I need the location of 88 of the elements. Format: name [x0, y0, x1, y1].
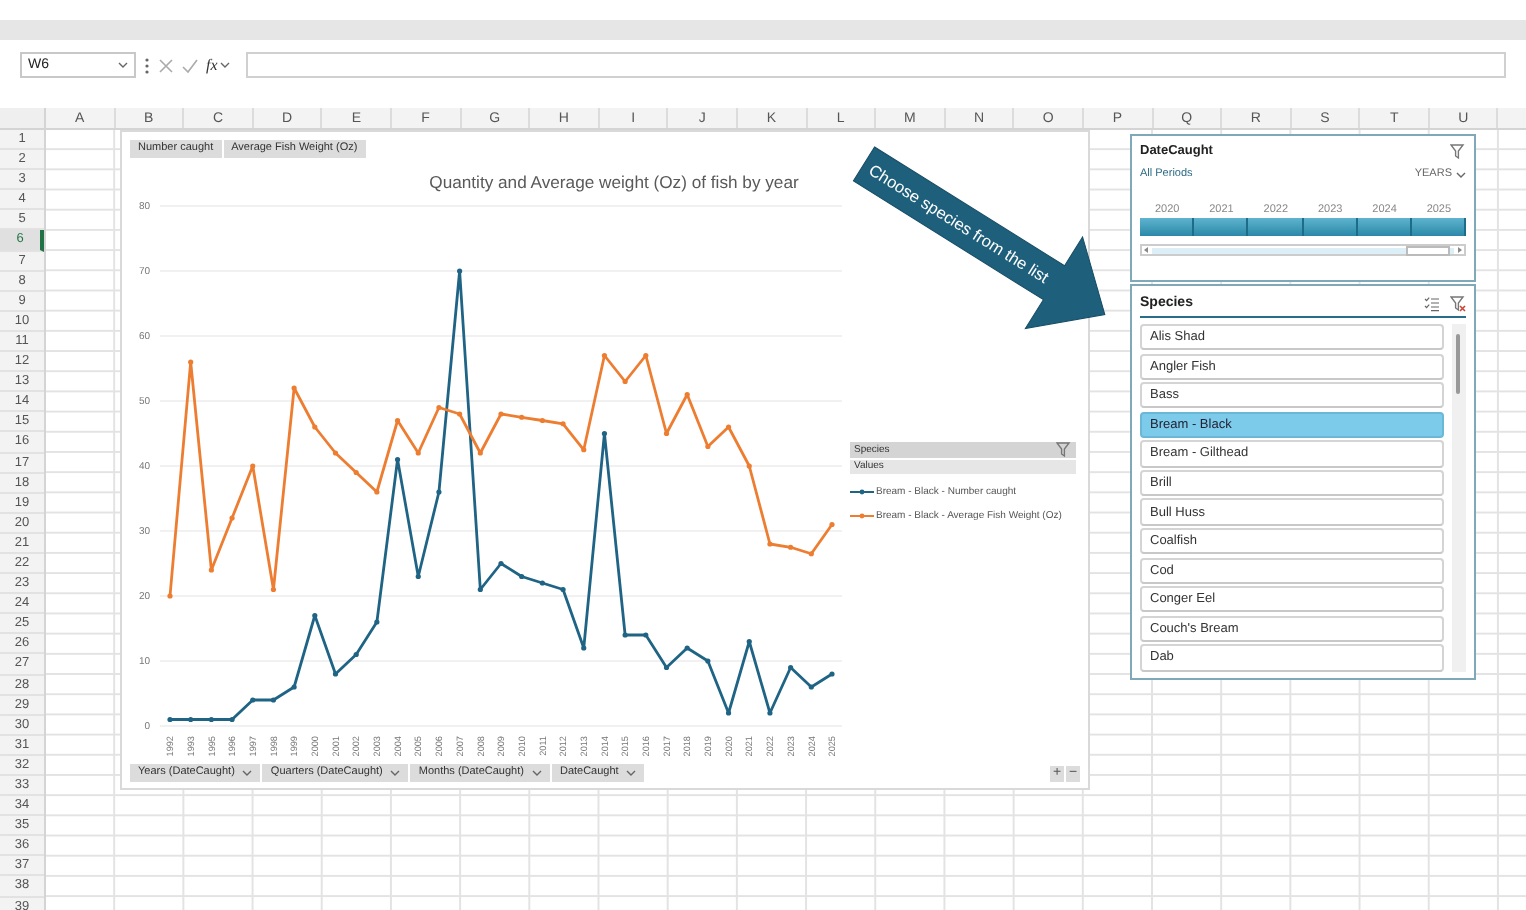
data-point: [415, 573, 421, 580]
scrollbar[interactable]: [1140, 244, 1466, 256]
scrollbar-thumb[interactable]: [1406, 245, 1450, 255]
left-arrow-icon[interactable]: [1142, 246, 1150, 254]
data-point: [767, 710, 773, 716]
legend-line-icon: [850, 488, 874, 496]
data-point: [270, 586, 277, 593]
data-point: [250, 463, 256, 469]
data-point: [601, 352, 608, 359]
data-point: [229, 515, 235, 521]
data-point: [560, 421, 566, 427]
data-point: [291, 684, 297, 690]
data-point: [250, 697, 256, 703]
data-point: [601, 430, 608, 437]
data-point: [498, 560, 504, 567]
data-point: [663, 664, 670, 671]
data-point: [332, 671, 339, 677]
data-point: [394, 417, 401, 424]
data-point: [581, 645, 587, 651]
right-arrow-icon[interactable]: [1456, 246, 1464, 254]
data-point: [353, 651, 359, 658]
caret-icon: [1456, 171, 1466, 177]
data-point: [291, 385, 297, 391]
data-point: [746, 463, 752, 469]
data-point: [208, 567, 214, 573]
data-point: [684, 391, 690, 398]
data-point: [394, 456, 401, 463]
data-point: [581, 447, 587, 453]
data-point: [229, 716, 235, 723]
insert-function-button[interactable]: fx: [206, 56, 230, 74]
data-point: [539, 580, 545, 586]
scrollbar[interactable]: [1452, 324, 1466, 672]
caret-icon: [242, 769, 253, 775]
cancel-icon[interactable]: [158, 57, 174, 73]
data-point: [767, 541, 773, 547]
filter-icon[interactable]: [1056, 442, 1072, 458]
data-point: [684, 645, 690, 651]
data-point: [705, 658, 711, 664]
data-point: [705, 443, 711, 450]
data-point: [374, 619, 380, 625]
data-point: [312, 612, 318, 619]
data-point: [477, 586, 483, 593]
data-point: [519, 414, 525, 420]
data-point: [374, 489, 380, 495]
data-point: [270, 697, 277, 703]
data-point: [788, 664, 794, 671]
data-point: [436, 489, 442, 495]
data-point: [167, 716, 173, 723]
data-point: [415, 450, 421, 456]
data-point: [808, 551, 814, 557]
data-point: [725, 424, 732, 430]
check-icon[interactable]: [182, 57, 198, 73]
caret-icon: [219, 62, 230, 68]
data-point: [353, 469, 359, 476]
caret-icon: [531, 769, 542, 775]
data-point: [746, 638, 752, 645]
timeline-bar[interactable]: [1140, 218, 1466, 236]
data-point: [643, 352, 649, 359]
data-point: [167, 593, 173, 599]
data-point: [643, 632, 649, 638]
data-point: [560, 586, 566, 593]
data-point: [312, 424, 318, 430]
caret-icon: [626, 769, 637, 775]
chart-title: Quantity and Average weight (Oz) of fish by year: [429, 172, 799, 192]
data-point: [808, 684, 814, 690]
more-icon[interactable]: [144, 57, 150, 73]
multi-select-icon[interactable]: [1424, 295, 1440, 311]
data-point: [788, 544, 794, 550]
data-point: [622, 632, 628, 638]
caret-icon: [390, 769, 401, 775]
data-point: [622, 378, 628, 385]
data-point: [519, 573, 525, 580]
data-point: [663, 430, 670, 437]
data-point: [457, 411, 463, 417]
data-point: [457, 268, 463, 274]
data-point: [498, 411, 504, 417]
data-point: [829, 671, 835, 677]
data-point: [477, 450, 483, 456]
select-all-corner[interactable]: [0, 108, 46, 130]
data-point: [332, 450, 339, 456]
data-point: [829, 521, 835, 528]
data-point: [436, 404, 442, 411]
data-point: [539, 417, 545, 424]
data-point: [725, 710, 732, 716]
data-point: [188, 359, 194, 365]
legend-line-icon: [850, 512, 874, 520]
formula-field[interactable]: [245, 52, 1506, 78]
caret-icon: [118, 62, 128, 68]
